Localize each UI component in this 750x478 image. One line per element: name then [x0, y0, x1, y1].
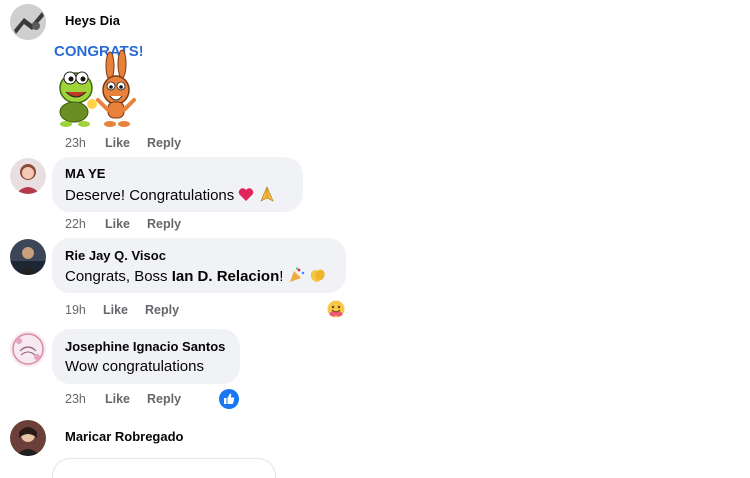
comment-body-suffix: !: [279, 267, 284, 285]
commenter-name[interactable]: Josephine Ignacio Santos: [65, 339, 225, 354]
comment-timestamp[interactable]: 23h: [65, 136, 86, 150]
red-heart-emoji: [238, 187, 254, 206]
reply-button[interactable]: Reply: [147, 136, 181, 150]
comment-actions: 23h Like Reply: [65, 392, 205, 408]
avatar[interactable]: [10, 158, 46, 194]
comment-actions: 22h Like Reply: [65, 217, 205, 233]
commenter-name[interactable]: Maricar Robregado: [65, 429, 183, 444]
like-button[interactable]: Like: [103, 303, 128, 317]
commenter-name[interactable]: Rie Jay Q. Visoc: [65, 248, 166, 263]
commenter-name[interactable]: MA YE: [65, 166, 105, 181]
reply-button[interactable]: Reply: [147, 392, 181, 406]
comment-timestamp[interactable]: 19h: [65, 303, 86, 317]
avatar[interactable]: [10, 4, 46, 40]
comment-bubble-edge: [52, 458, 276, 478]
comment-actions: 19h Like Reply: [65, 303, 205, 319]
commenter-name[interactable]: Heys Dia: [65, 13, 120, 28]
party-popper-emoji: [288, 267, 305, 287]
comment-timestamp[interactable]: 23h: [65, 392, 86, 406]
like-button[interactable]: Like: [105, 136, 130, 150]
reply-button[interactable]: Reply: [147, 217, 181, 231]
avatar[interactable]: [10, 239, 46, 275]
hugging-face-reaction-icon[interactable]: [326, 299, 346, 319]
mention-link[interactable]: Ian D. Relacion: [172, 268, 280, 285]
like-button[interactable]: Like: [105, 392, 130, 406]
comment-timestamp[interactable]: 22h: [65, 217, 86, 231]
avatar[interactable]: [10, 420, 46, 456]
like-reaction-icon[interactable]: [219, 389, 239, 409]
comment-body: Deserve! Congratulations: [65, 186, 235, 204]
clapping-hands-emoji: [309, 267, 326, 287]
like-button[interactable]: Like: [105, 217, 130, 231]
comment-text: Deserve! Congratulations: [65, 186, 275, 206]
comment-text: Wow congratulations: [65, 358, 204, 375]
folded-hands-emoji: [259, 186, 275, 206]
sticker-text: CONGRATS!: [54, 43, 142, 60]
comment-actions: 23h Like Reply: [65, 136, 205, 152]
congrats-sticker: CONGRATS!: [52, 40, 144, 130]
avatar[interactable]: [10, 331, 46, 367]
reply-button[interactable]: Reply: [145, 303, 179, 317]
comment-bubble: [52, 329, 240, 384]
comment-body: Congrats, Boss: [65, 267, 172, 285]
comment-text: Congrats, Boss Ian D. Relacion!: [65, 267, 326, 287]
